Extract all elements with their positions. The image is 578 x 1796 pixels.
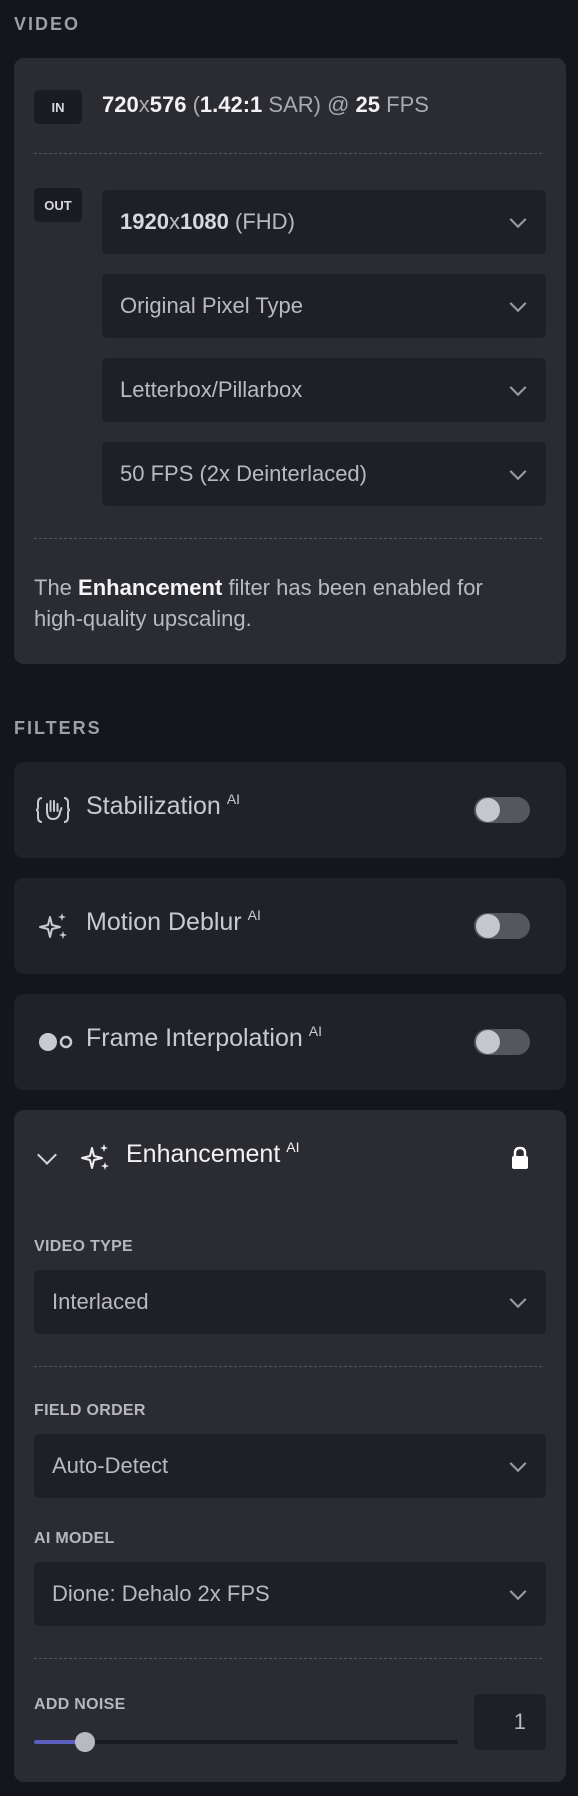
filter-stabilization: Stabilization AI bbox=[14, 762, 566, 858]
field-order-label: FIELD ORDER bbox=[34, 1402, 146, 1419]
resolution-value: 1920x1080 (FHD) bbox=[120, 209, 295, 234]
filters-section-label: FILTERS bbox=[14, 718, 102, 738]
video-type-value: Interlaced bbox=[52, 1289, 149, 1314]
sparkles-icon bbox=[39, 913, 67, 939]
chevron-down-icon bbox=[509, 379, 527, 397]
video-card: IN 720x576 (1.42:1 SAR) @ 25 FPS OUT 192… bbox=[14, 58, 566, 664]
stabilization-icon bbox=[36, 797, 70, 823]
chevron-down-icon bbox=[509, 211, 527, 229]
frame-rate-value: 50 FPS (2x Deinterlaced) bbox=[120, 461, 367, 486]
stabilization-title: Stabilization AI bbox=[86, 790, 241, 821]
frame-rate-select[interactable]: 50 FPS (2x Deinterlaced) bbox=[102, 442, 546, 506]
enhancement-title[interactable]: Enhancement AI bbox=[126, 1139, 300, 1169]
frame-interpolation-title: Frame Interpolation AI bbox=[86, 1022, 323, 1053]
add-noise-input[interactable]: 1 bbox=[474, 1694, 546, 1750]
resolution-select[interactable]: 1920x1080 (FHD) bbox=[102, 190, 546, 254]
video-type-label: VIDEO TYPE bbox=[34, 1238, 134, 1255]
divider bbox=[34, 538, 542, 539]
filter-frame-interpolation: Frame Interpolation AI bbox=[14, 994, 566, 1090]
stabilization-toggle[interactable] bbox=[474, 797, 530, 823]
divider bbox=[34, 1366, 542, 1367]
divider bbox=[34, 1658, 542, 1659]
sparkles-icon bbox=[81, 1144, 109, 1170]
collapse-chevron-icon[interactable] bbox=[37, 1145, 57, 1165]
pixel-type-value: Original Pixel Type bbox=[120, 293, 304, 318]
frame-interpolation-toggle[interactable] bbox=[474, 1029, 530, 1055]
divider bbox=[34, 153, 542, 154]
letterbox-select[interactable]: Letterbox/Pillarbox bbox=[102, 358, 546, 422]
filter-enhancement: Enhancement AI VIDEO TYPE Interlaced FIEL… bbox=[14, 1110, 566, 1782]
lock-icon bbox=[512, 1146, 528, 1169]
add-noise-label: ADD NOISE bbox=[34, 1696, 126, 1713]
motion-deblur-toggle[interactable] bbox=[474, 913, 530, 939]
letterbox-value: Letterbox/Pillarbox bbox=[120, 377, 303, 402]
in-tag: IN bbox=[34, 90, 82, 124]
add-noise-slider-track[interactable] bbox=[34, 1740, 458, 1744]
field-order-value: Auto-Detect bbox=[52, 1453, 169, 1478]
chevron-down-icon bbox=[509, 463, 527, 481]
video-type-select[interactable]: Interlaced bbox=[34, 1270, 546, 1334]
video-section-label: VIDEO bbox=[14, 14, 81, 34]
filter-motion-deblur: Motion Deblur AI bbox=[14, 878, 566, 974]
ai-model-select[interactable]: Dione: Dehalo 2x FPS bbox=[34, 1562, 546, 1626]
chevron-down-icon bbox=[509, 1291, 527, 1309]
pixel-type-select[interactable]: Original Pixel Type bbox=[102, 274, 546, 338]
chevron-down-icon bbox=[509, 1455, 527, 1473]
ai-model-value: Dione: Dehalo 2x FPS bbox=[52, 1581, 270, 1606]
enhancement-note: The Enhancement filter has been enabled … bbox=[34, 575, 483, 631]
input-format: 720x576 (1.42:1 SAR) @ 25 FPS bbox=[102, 92, 429, 117]
out-tag: OUT bbox=[34, 188, 82, 222]
frame-interpolation-icon bbox=[39, 1033, 73, 1051]
field-order-select[interactable]: Auto-Detect bbox=[34, 1434, 546, 1498]
motion-deblur-title: Motion Deblur AI bbox=[86, 906, 261, 937]
chevron-down-icon bbox=[509, 1583, 527, 1601]
ai-model-label: AI MODEL bbox=[34, 1530, 115, 1547]
add-noise-slider-handle[interactable] bbox=[74, 1732, 95, 1752]
chevron-down-icon bbox=[509, 295, 527, 313]
